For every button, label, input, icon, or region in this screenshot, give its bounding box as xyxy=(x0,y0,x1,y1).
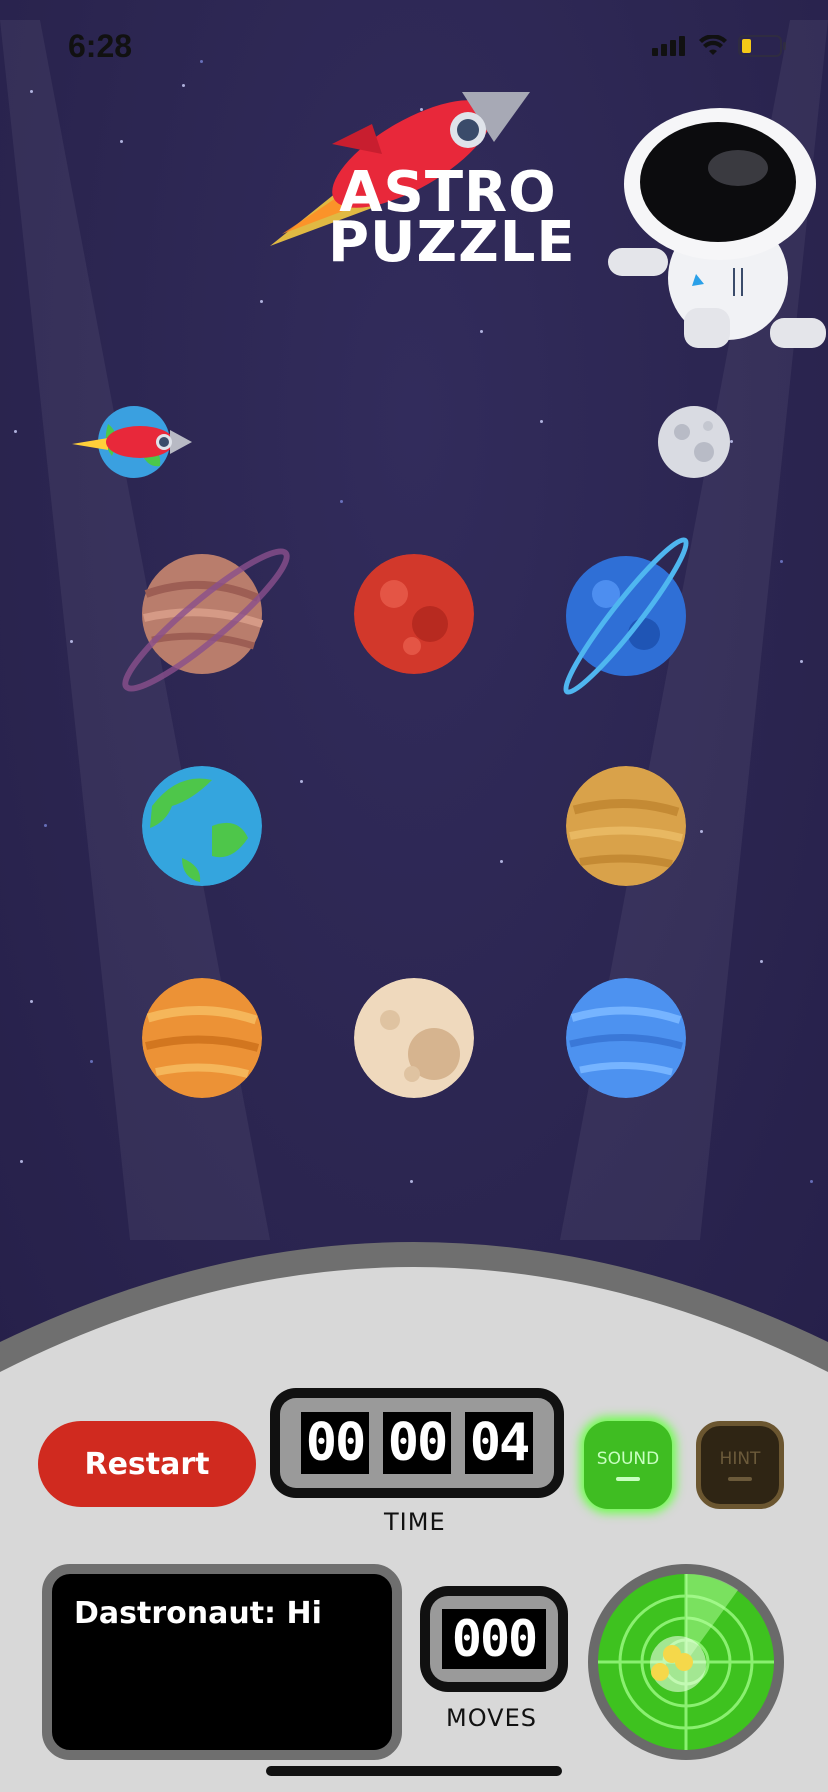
game-logo-title: ASTRO PUZZLE xyxy=(328,165,576,275)
earth-tile[interactable] xyxy=(142,766,262,886)
astronaut-mascot-icon xyxy=(608,108,826,348)
hint-button[interactable]: HINT xyxy=(696,1421,784,1509)
sound-label: SOUND xyxy=(596,1449,660,1469)
battery-icon xyxy=(738,35,786,57)
chat-message: Dastronaut: Hi xyxy=(74,1596,322,1631)
moon-icon xyxy=(658,406,730,478)
sound-indicator xyxy=(616,1477,640,1481)
status-time: 6:28 xyxy=(68,28,133,64)
small-rocket-earth-icon xyxy=(72,406,192,478)
neptune-tile[interactable] xyxy=(556,534,696,700)
cellular-signal-icon xyxy=(652,36,688,56)
moves-counter: 000 xyxy=(420,1586,568,1692)
uranus-tile[interactable] xyxy=(566,978,686,1098)
logo-line-2: PUZZLE xyxy=(328,210,576,275)
jupiter-tile[interactable] xyxy=(142,978,262,1098)
timer-seconds: 04 xyxy=(465,1412,533,1474)
radar-icon xyxy=(588,1564,784,1760)
timer-hours: 00 xyxy=(301,1412,369,1474)
venus-tile[interactable] xyxy=(566,766,686,886)
time-label: TIME xyxy=(384,1508,446,1536)
moon-tile[interactable] xyxy=(354,978,474,1098)
saturn-tile[interactable] xyxy=(118,534,294,714)
sound-button[interactable]: SOUND xyxy=(584,1421,672,1509)
moves-value: 000 xyxy=(442,1609,546,1669)
hint-label: HINT xyxy=(719,1449,761,1469)
timer-display: 00 00 04 xyxy=(270,1388,564,1498)
wifi-icon xyxy=(699,35,727,55)
moves-label: MOVES xyxy=(446,1704,537,1732)
home-indicator xyxy=(266,1766,562,1776)
restart-button[interactable]: Restart xyxy=(38,1421,256,1507)
mars-tile[interactable] xyxy=(354,554,474,674)
timer-minutes: 00 xyxy=(383,1412,451,1474)
hint-indicator xyxy=(728,1477,752,1481)
chat-panel: Dastronaut: Hi xyxy=(42,1564,402,1760)
status-icons xyxy=(652,34,788,58)
